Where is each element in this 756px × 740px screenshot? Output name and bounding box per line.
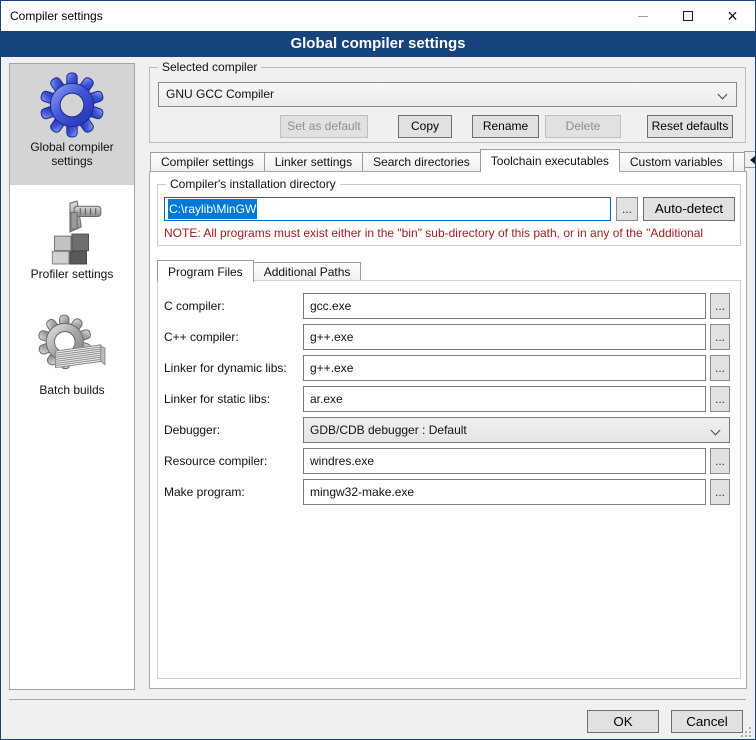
browse-make-program-button[interactable]: ... bbox=[710, 479, 730, 505]
browse-directory-button[interactable]: ... bbox=[616, 197, 638, 221]
gear-stack-icon bbox=[37, 313, 107, 381]
field-label: Debugger: bbox=[164, 423, 303, 437]
minimize-button[interactable] bbox=[620, 1, 665, 31]
minimize-icon bbox=[638, 16, 648, 17]
make-program-input[interactable] bbox=[303, 479, 706, 505]
sidebar-item-profiler-settings[interactable]: Profiler settings bbox=[10, 185, 134, 287]
delete-button[interactable]: Delete bbox=[545, 115, 621, 138]
chevron-down-icon bbox=[718, 90, 728, 100]
sidebar-item-batch-builds[interactable]: Batch builds bbox=[10, 287, 134, 403]
maximize-button[interactable] bbox=[665, 1, 710, 31]
page-title: Global compiler settings bbox=[1, 31, 755, 57]
installation-directory-input[interactable]: C:\raylib\MinGW bbox=[164, 197, 611, 221]
sidebar-item-global-compiler-settings[interactable]: Global compiler settings bbox=[10, 64, 134, 185]
settings-category-list: Global compiler settings bbox=[9, 63, 135, 690]
dynamic-linker-input[interactable] bbox=[303, 355, 706, 381]
blue-gear-icon bbox=[39, 72, 105, 138]
dynamic-linker-row: Linker for dynamic libs: ... bbox=[164, 355, 730, 381]
group-legend: Selected compiler bbox=[158, 60, 261, 74]
field-label: Linker for static libs: bbox=[164, 392, 303, 406]
tab-search-directories[interactable]: Search directories bbox=[362, 152, 481, 171]
compiler-select-value: GNU GCC Compiler bbox=[166, 87, 274, 101]
tab-custom-variables[interactable]: Custom variables bbox=[619, 152, 734, 171]
browse-static-linker-button[interactable]: ... bbox=[710, 386, 730, 412]
tab-compiler-settings[interactable]: Compiler settings bbox=[150, 152, 265, 171]
group-legend: Compiler's installation directory bbox=[166, 177, 340, 191]
compiler-buttons-row: Set as default Copy Rename Delete Reset … bbox=[150, 115, 745, 138]
debugger-select-value: GDB/CDB debugger : Default bbox=[310, 423, 467, 437]
reset-defaults-button[interactable]: Reset defaults bbox=[647, 115, 733, 138]
close-button[interactable]: × bbox=[710, 1, 755, 31]
title-bar: Compiler settings × bbox=[1, 1, 755, 31]
field-label: C++ compiler: bbox=[164, 330, 303, 344]
window-controls: × bbox=[620, 1, 755, 31]
rename-button[interactable]: Rename bbox=[472, 115, 539, 138]
sidebar-item-label: Profiler settings bbox=[10, 265, 134, 287]
tab-scroll-controls bbox=[744, 151, 756, 168]
chevron-down-icon bbox=[711, 426, 721, 436]
selected-compiler-group: Selected compiler GNU GCC Compiler Set a… bbox=[149, 67, 746, 143]
compiler-select[interactable]: GNU GCC Compiler bbox=[158, 82, 737, 107]
field-label: C compiler: bbox=[164, 299, 303, 313]
resource-compiler-row: Resource compiler: ... bbox=[164, 448, 730, 474]
tab-additional-paths[interactable]: Additional Paths bbox=[253, 262, 362, 281]
field-label: Make program: bbox=[164, 485, 303, 499]
arrow-left-icon bbox=[750, 156, 755, 164]
compiler-settings-dialog: Compiler settings × Global compiler sett… bbox=[0, 0, 756, 740]
window-title: Compiler settings bbox=[1, 9, 620, 23]
browse-resource-compiler-button[interactable]: ... bbox=[710, 448, 730, 474]
cpp-compiler-row: C++ compiler: ... bbox=[164, 324, 730, 350]
debugger-select[interactable]: GDB/CDB debugger : Default bbox=[303, 417, 730, 443]
copy-button[interactable]: Copy bbox=[398, 115, 452, 138]
installation-directory-row: C:\raylib\MinGW ... Auto-detect bbox=[164, 197, 735, 221]
sidebar-item-label: Global compiler settings bbox=[10, 138, 134, 174]
auto-detect-button[interactable]: Auto-detect bbox=[643, 197, 735, 221]
static-linker-row: Linker for static libs: ... bbox=[164, 386, 730, 412]
cancel-button[interactable]: Cancel bbox=[671, 710, 743, 733]
field-label: Linker for dynamic libs: bbox=[164, 361, 303, 375]
close-icon: × bbox=[727, 11, 738, 21]
tab-toolchain-executables[interactable]: Toolchain executables bbox=[480, 149, 620, 172]
make-program-row: Make program: ... bbox=[164, 479, 730, 505]
selected-path-text: C:\raylib\MinGW bbox=[168, 199, 257, 219]
sidebar-item-label: Batch builds bbox=[10, 381, 134, 403]
program-files-panel: C compiler: ... C++ compiler: ... Linker… bbox=[157, 280, 741, 679]
field-label: Resource compiler: bbox=[164, 454, 303, 468]
maximize-icon bbox=[683, 11, 693, 21]
debugger-row: Debugger: GDB/CDB debugger : Default bbox=[164, 417, 730, 443]
set-as-default-button[interactable]: Set as default bbox=[280, 115, 368, 138]
static-linker-input[interactable] bbox=[303, 386, 706, 412]
browse-cpp-compiler-button[interactable]: ... bbox=[710, 324, 730, 350]
toolchain-executables-panel: Compiler's installation directory C:\ray… bbox=[149, 171, 747, 689]
resize-grip[interactable] bbox=[741, 727, 752, 738]
tab-program-files[interactable]: Program Files bbox=[157, 260, 254, 282]
dialog-body: Global compiler settings bbox=[1, 57, 755, 740]
settings-tab-bar: Compiler settings Linker settings Search… bbox=[150, 149, 741, 171]
browse-dynamic-linker-button[interactable]: ... bbox=[710, 355, 730, 381]
caliper-icon bbox=[39, 199, 105, 265]
installation-directory-group: Compiler's installation directory C:\ray… bbox=[157, 184, 741, 246]
footer-divider bbox=[9, 699, 746, 700]
cpp-compiler-input[interactable] bbox=[303, 324, 706, 350]
c-compiler-row: C compiler: ... bbox=[164, 293, 730, 319]
tab-scroll-left-button[interactable] bbox=[744, 151, 756, 168]
bin-subdirectory-note: NOTE: All programs must exist either in … bbox=[164, 226, 739, 240]
resource-compiler-input[interactable] bbox=[303, 448, 706, 474]
ok-button[interactable]: OK bbox=[587, 710, 659, 733]
program-files-tab-bar: Program Files Additional Paths bbox=[157, 260, 360, 281]
tab-linker-settings[interactable]: Linker settings bbox=[264, 152, 363, 171]
c-compiler-input[interactable] bbox=[303, 293, 706, 319]
browse-c-compiler-button[interactable]: ... bbox=[710, 293, 730, 319]
